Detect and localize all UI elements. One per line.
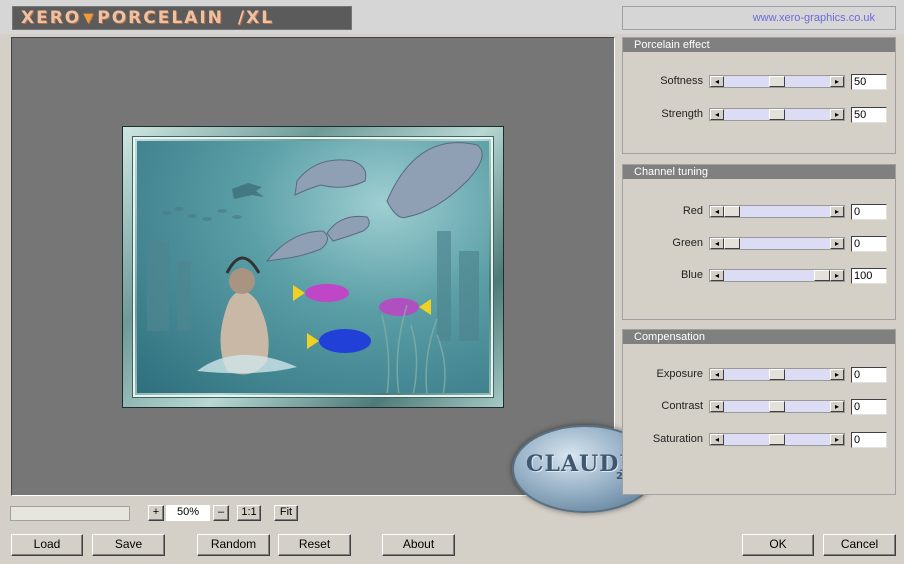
zoom-in-button[interactable]: + — [148, 505, 164, 521]
arrow-left-icon[interactable]: ◂ — [710, 76, 724, 87]
arrow-left-icon[interactable]: ◂ — [710, 109, 724, 120]
green-slider-thumb[interactable] — [724, 238, 740, 249]
blue-slider-thumb[interactable] — [814, 270, 830, 281]
red-slider-thumb[interactable] — [724, 206, 740, 217]
compensation-title: Compensation — [623, 330, 895, 344]
channel-tuning-panel: Channel tuning Red ◂ ▸ 0 Green ◂ ▸ 0 Blu… — [622, 164, 896, 320]
arrow-right-icon[interactable]: ▸ — [830, 434, 844, 445]
contrast-row: Contrast ◂ ▸ 0 — [623, 399, 895, 415]
zoom-out-button[interactable]: – — [213, 505, 229, 521]
logo-part-xl: /XL — [237, 8, 275, 28]
channel-tuning-title: Channel tuning — [623, 165, 895, 179]
green-label: Green — [672, 237, 703, 249]
zoom-actual-size-button[interactable]: 1:1 — [237, 505, 261, 521]
strength-slider-thumb[interactable] — [769, 109, 785, 120]
app-logo: XERO ▼ PORCELAIN /XL — [12, 6, 352, 30]
red-slider[interactable]: ◂ ▸ — [709, 205, 845, 218]
arrow-right-icon[interactable]: ▸ — [830, 76, 844, 87]
cancel-button[interactable]: Cancel — [823, 534, 896, 556]
saturation-value[interactable]: 0 — [851, 432, 887, 448]
arrow-right-icon[interactable]: ▸ — [830, 369, 844, 380]
blue-label: Blue — [680, 269, 703, 281]
exposure-row: Exposure ◂ ▸ 0 — [623, 367, 895, 383]
load-button[interactable]: Load — [11, 534, 83, 556]
arrow-left-icon[interactable]: ◂ — [710, 206, 724, 217]
arrow-left-icon[interactable]: ◂ — [710, 238, 724, 249]
red-label: Red — [682, 205, 703, 217]
red-value[interactable]: 0 — [851, 204, 887, 220]
porcelain-effect-title: Porcelain effect — [623, 38, 895, 52]
strength-label: Strength — [661, 108, 703, 120]
compensation-panel: Compensation Exposure ◂ ▸ 0 Contrast ◂ ▸… — [622, 329, 896, 495]
arrow-right-icon[interactable]: ▸ — [830, 109, 844, 120]
softness-value[interactable]: 50 — [851, 74, 887, 90]
red-row: Red ◂ ▸ 0 — [623, 204, 895, 220]
exposure-slider-thumb[interactable] — [769, 369, 785, 380]
arrow-left-icon[interactable]: ◂ — [710, 369, 724, 380]
exposure-slider[interactable]: ◂ ▸ — [709, 368, 845, 381]
contrast-label: Contrast — [661, 400, 703, 412]
reset-button[interactable]: Reset — [278, 534, 351, 556]
softness-slider[interactable]: ◂ ▸ — [709, 75, 845, 88]
exposure-label: Exposure — [656, 368, 703, 380]
random-button[interactable]: Random — [197, 534, 270, 556]
softness-label: Softness — [660, 75, 703, 87]
saturation-slider[interactable]: ◂ ▸ — [709, 433, 845, 446]
blue-row: Blue ◂ ▸ 100 — [623, 268, 895, 284]
saturation-label: Saturation — [652, 433, 703, 445]
strength-row: Strength ◂ ▸ 50 — [623, 107, 895, 123]
arrow-left-icon[interactable]: ◂ — [710, 434, 724, 445]
arrow-right-icon[interactable]: ▸ — [830, 270, 844, 281]
contrast-slider[interactable]: ◂ ▸ — [709, 400, 845, 413]
status-field — [10, 506, 130, 521]
arrow-left-icon[interactable]: ◂ — [710, 401, 724, 412]
softness-slider-thumb[interactable] — [769, 76, 785, 87]
website-link[interactable]: www.xero-graphics.co.uk — [622, 6, 896, 30]
green-row: Green ◂ ▸ 0 — [623, 236, 895, 252]
strength-slider[interactable]: ◂ ▸ — [709, 108, 845, 121]
preview-area[interactable] — [11, 37, 615, 496]
zoom-fit-button[interactable]: Fit — [274, 505, 298, 521]
arrow-right-icon[interactable]: ▸ — [830, 238, 844, 249]
porcelain-effect-panel: Porcelain effect Softness ◂ ▸ 50 Strengt… — [622, 37, 896, 154]
arrow-right-icon[interactable]: ▸ — [830, 401, 844, 412]
logo-triangle-icon: ▼ — [83, 10, 96, 26]
softness-row: Softness ◂ ▸ 50 — [623, 74, 895, 90]
save-button[interactable]: Save — [92, 534, 165, 556]
saturation-row: Saturation ◂ ▸ 0 — [623, 432, 895, 448]
strength-value[interactable]: 50 — [851, 107, 887, 123]
saturation-slider-thumb[interactable] — [769, 434, 785, 445]
zoom-level: 50% — [166, 505, 210, 521]
arrow-right-icon[interactable]: ▸ — [830, 206, 844, 217]
green-value[interactable]: 0 — [851, 236, 887, 252]
green-slider[interactable]: ◂ ▸ — [709, 237, 845, 250]
ok-button[interactable]: OK — [742, 534, 814, 556]
about-button[interactable]: About — [382, 534, 455, 556]
logo-part-xero: XERO — [21, 8, 82, 28]
contrast-slider-thumb[interactable] — [769, 401, 785, 412]
exposure-value[interactable]: 0 — [851, 367, 887, 383]
preview-image — [122, 126, 504, 408]
blue-slider[interactable]: ◂ ▸ — [709, 269, 845, 282]
arrow-left-icon[interactable]: ◂ — [710, 270, 724, 281]
blue-value[interactable]: 100 — [851, 268, 887, 284]
logo-part-porcelain: PORCELAIN — [97, 8, 224, 28]
underwater-scene — [137, 141, 489, 393]
contrast-value[interactable]: 0 — [851, 399, 887, 415]
header: XERO ▼ PORCELAIN /XL www.xero-graphics.c… — [0, 0, 904, 34]
